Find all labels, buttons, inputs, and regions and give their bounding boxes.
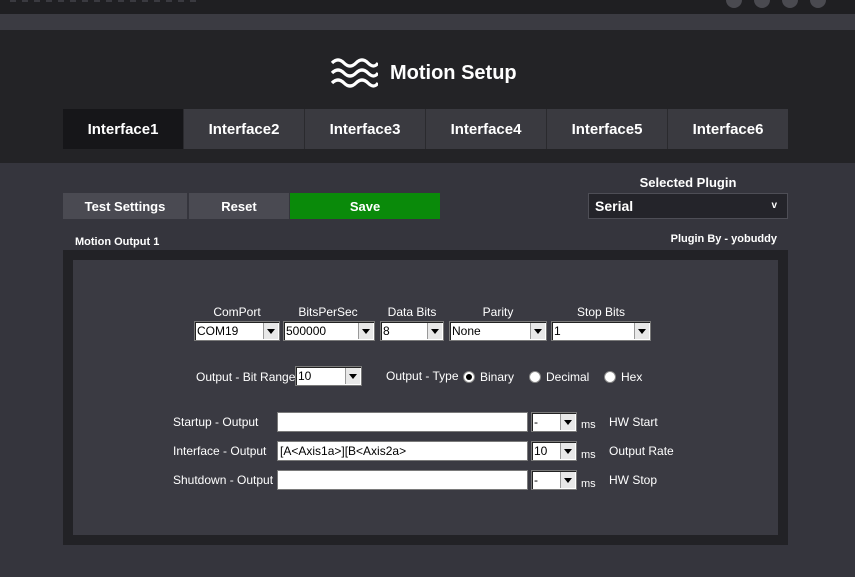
page-title: Motion Setup: [390, 61, 517, 84]
plugin-select[interactable]: Serial v: [588, 193, 788, 219]
plugin-select-value: Serial: [595, 198, 634, 214]
title-group: Motion Setup: [330, 56, 517, 90]
tab-interface6[interactable]: Interface6: [668, 109, 788, 149]
chevron-down-icon: v: [771, 200, 777, 211]
parity-value: None: [452, 324, 481, 338]
interface-output-input[interactable]: [A<Axis1a>][B<Axis2a>: [277, 441, 528, 461]
radio-hex-label: Hex: [621, 370, 643, 384]
startup-ms-value: -: [534, 415, 538, 429]
startup-output-label: Startup - Output: [173, 415, 259, 429]
tab-interface5[interactable]: Interface5: [547, 109, 668, 149]
save-button[interactable]: Save: [290, 193, 440, 219]
radio-decimal[interactable]: Decimal: [529, 370, 589, 384]
bitspersec-label: BitsPerSec: [298, 305, 358, 319]
startup-output-input[interactable]: [277, 412, 528, 432]
radio-unselected-icon[interactable]: [604, 371, 616, 383]
radio-unselected-icon[interactable]: [529, 371, 541, 383]
hw-start-label: HW Start: [609, 415, 658, 429]
comport-select[interactable]: COM19: [194, 321, 280, 341]
output-panel: [73, 260, 778, 535]
dropdown-arrow-icon[interactable]: [345, 368, 360, 384]
dropdown-arrow-icon[interactable]: [560, 472, 575, 488]
output-rate-label: Output Rate: [609, 444, 674, 458]
dropdown-arrow-icon[interactable]: [263, 323, 278, 339]
comport-value: COM19: [197, 324, 239, 338]
bitspersec-value: 500000: [286, 324, 327, 338]
titlebar-text-faint: [10, 0, 200, 2]
tab-interface3[interactable]: Interface3: [305, 109, 426, 149]
radio-hex[interactable]: Hex: [604, 370, 642, 384]
dropdown-arrow-icon[interactable]: [560, 443, 575, 459]
parity-label: Parity: [482, 305, 514, 319]
page-header: Motion Setup Interface1 Interface2 Inter…: [0, 30, 855, 163]
reset-button[interactable]: Reset: [189, 193, 289, 219]
stopbits-select[interactable]: 1: [551, 321, 651, 341]
ms-unit: ms: [581, 449, 596, 461]
parity-select[interactable]: None: [449, 321, 547, 341]
databits-select[interactable]: 8: [380, 321, 444, 341]
ms-unit: ms: [581, 419, 596, 431]
waves-icon: [330, 58, 378, 88]
top-strip: [0, 14, 855, 30]
databits-label: Data Bits: [387, 305, 437, 319]
bitspersec-select[interactable]: 500000: [283, 321, 375, 341]
test-settings-button[interactable]: Test Settings: [63, 193, 187, 219]
radio-decimal-label: Decimal: [546, 370, 590, 384]
shutdown-ms-value: -: [534, 473, 538, 487]
bit-range-label: Output - Bit Range: [196, 370, 296, 384]
radio-binary[interactable]: Binary: [463, 370, 514, 384]
interface-output-label: Interface - Output: [173, 444, 267, 458]
bit-range-select[interactable]: 10: [295, 366, 362, 386]
dropdown-arrow-icon[interactable]: [560, 414, 575, 430]
dropdown-arrow-icon[interactable]: [427, 323, 442, 339]
output-rate-value: 10: [534, 444, 548, 458]
plugin-author: Plugin By - yobuddy: [670, 233, 777, 245]
startup-ms-select[interactable]: -: [531, 412, 577, 432]
comport-label: ComPort: [213, 305, 261, 319]
window-titlebar: [0, 0, 855, 14]
interface-tabs: Interface1 Interface2 Interface3 Interfa…: [63, 109, 788, 149]
dropdown-arrow-icon[interactable]: [634, 323, 649, 339]
hw-stop-label: HW Stop: [609, 473, 658, 487]
stopbits-value: 1: [554, 324, 561, 338]
tab-interface2[interactable]: Interface2: [184, 109, 305, 149]
selected-plugin-label: Selected Plugin: [639, 175, 737, 190]
ms-unit: ms: [581, 478, 596, 490]
window-control-icon[interactable]: [754, 0, 770, 8]
window-control-icon[interactable]: [810, 0, 826, 8]
window-control-icon[interactable]: [782, 0, 798, 8]
stopbits-label: Stop Bits: [576, 305, 626, 319]
tab-interface1[interactable]: Interface1: [63, 109, 184, 149]
dropdown-arrow-icon[interactable]: [358, 323, 373, 339]
output-type-label: Output - Type: [386, 369, 459, 383]
tab-interface4[interactable]: Interface4: [426, 109, 547, 149]
databits-value: 8: [383, 324, 390, 338]
radio-selected-icon[interactable]: [463, 371, 475, 383]
bit-range-value: 10: [298, 369, 312, 383]
section-title: Motion Output 1: [75, 236, 160, 248]
window-control-icon[interactable]: [726, 0, 742, 8]
dropdown-arrow-icon[interactable]: [530, 323, 545, 339]
output-rate-select[interactable]: 10: [531, 441, 577, 461]
shutdown-ms-select[interactable]: -: [531, 470, 577, 490]
radio-binary-label: Binary: [480, 370, 515, 384]
shutdown-output-label: Shutdown - Output: [173, 473, 274, 487]
shutdown-output-input[interactable]: [277, 470, 528, 490]
